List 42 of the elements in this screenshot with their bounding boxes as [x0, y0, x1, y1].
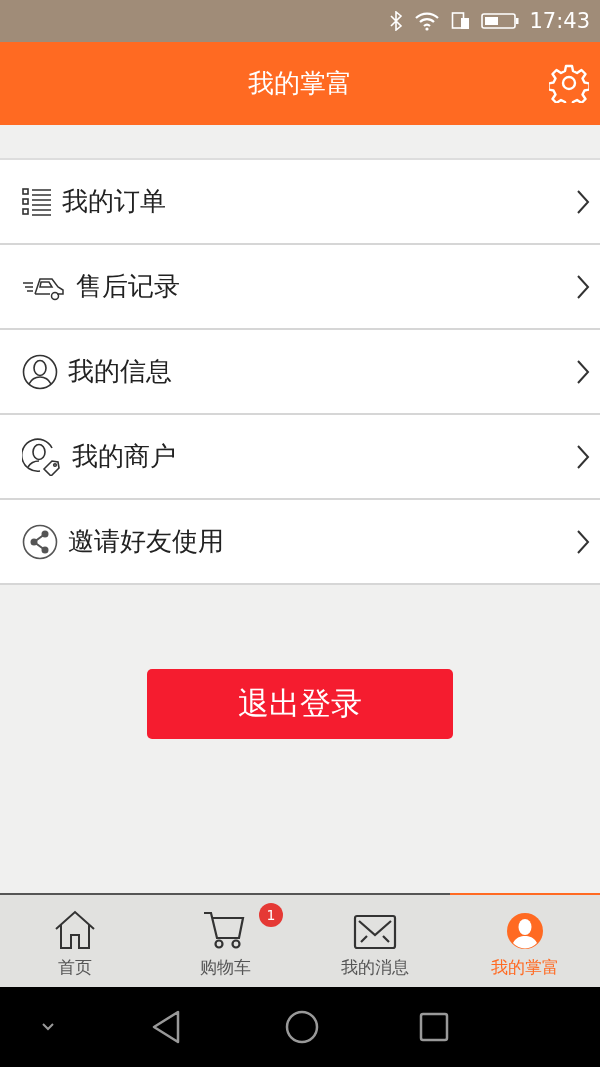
logout-button[interactable]: 退出登录	[147, 669, 453, 739]
chevron-right-icon	[576, 443, 590, 470]
menu-item[interactable]: 售后记录	[0, 245, 600, 330]
tab-label: 我的消息	[341, 956, 409, 979]
menu-label: 邀请好友使用	[68, 525, 225, 558]
mail-icon	[353, 914, 397, 950]
chevron-right-icon	[576, 273, 590, 300]
status-time: 17:43	[529, 9, 590, 33]
tab-label: 我的掌富	[491, 956, 559, 979]
home-icon	[54, 910, 96, 950]
tab-label: 首页	[58, 956, 92, 979]
tab-item[interactable]: 我的消息	[300, 893, 450, 987]
menu-label: 售后记录	[76, 270, 181, 303]
menu-item[interactable]: 我的订单	[0, 160, 600, 245]
list-icon	[22, 186, 52, 217]
tab-item[interactable]: 1 购物车	[150, 893, 300, 987]
chevron-down-icon[interactable]	[40, 1022, 56, 1032]
cart-count-badge: 1	[259, 903, 283, 927]
page-title: 我的掌富	[248, 67, 352, 100]
menu-label: 我的信息	[68, 355, 173, 388]
home-circle-icon[interactable]	[285, 1010, 319, 1044]
chevron-right-icon	[576, 188, 590, 215]
user-tag-icon	[22, 437, 62, 476]
menu-label: 我的订单	[62, 185, 167, 218]
settings-icon[interactable]	[549, 63, 589, 103]
battery-icon	[481, 11, 520, 31]
user-avatar-icon	[506, 912, 544, 950]
share-icon	[22, 523, 58, 560]
chevron-right-icon	[576, 528, 590, 555]
menu-label: 我的商户	[72, 440, 177, 473]
menu-item[interactable]: 邀请好友使用	[0, 500, 600, 585]
bluetooth-icon	[389, 11, 404, 31]
sim-card-icon	[451, 11, 472, 31]
tab-label: 购物车	[199, 956, 251, 979]
menu-item[interactable]: 我的信息	[0, 330, 600, 415]
menu-item[interactable]: 我的商户	[0, 415, 600, 500]
user-icon	[22, 353, 58, 390]
back-icon[interactable]	[152, 1010, 182, 1044]
cart-icon	[203, 910, 247, 950]
tab-item[interactable]: 首页	[0, 893, 150, 987]
chevron-right-icon	[576, 358, 590, 385]
recent-apps-icon[interactable]	[419, 1012, 449, 1042]
